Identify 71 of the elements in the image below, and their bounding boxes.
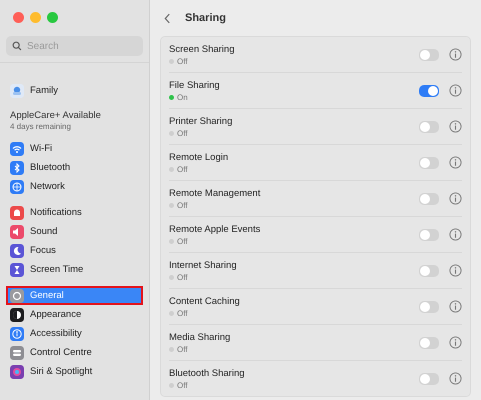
service-status: Off [177,56,188,66]
info-icon[interactable] [449,300,462,313]
page-title: Sharing [185,12,226,24]
back-chevron-icon[interactable] [164,12,171,24]
service-status: Off [177,380,188,390]
switches-icon [10,346,24,360]
toggle-switch[interactable] [419,120,439,132]
sidebar-item[interactable]: Control Centre [6,343,143,362]
sidebar-item[interactable]: Accessibility [6,324,143,343]
close-window-button[interactable] [13,12,24,23]
toggle-switch[interactable] [419,156,439,168]
sidebar-item[interactable]: Siri & Spotlight [6,362,143,381]
info-icon[interactable] [449,264,462,277]
service-name: Bluetooth Sharing [169,368,246,378]
service-name: Internet Sharing [169,260,238,270]
service-name: Content Caching [169,296,241,306]
service-status: Off [177,272,188,282]
info-icon[interactable] [449,156,462,169]
bluetooth-icon [10,160,24,174]
service-status: Off [177,344,188,354]
info-icon[interactable] [449,120,462,133]
info-icon[interactable] [449,84,462,97]
toggle-switch[interactable] [419,336,439,348]
moon-icon [10,244,24,258]
service-status: On [177,92,188,102]
sidebar-item[interactable]: Screen Time [6,260,143,279]
toggle-switch[interactable] [419,48,439,60]
sidebar-item[interactable]: Sound [6,222,143,241]
sidebar-item[interactable]: Wi-Fi [6,139,143,158]
service-name: Remote Management [169,188,262,198]
bell-icon [10,206,24,220]
sidebar-item[interactable]: Bluetooth [6,158,143,177]
service-status: Off [177,308,188,318]
status-dot [169,94,174,100]
sidebar-item[interactable]: General [6,286,143,305]
toggle-switch[interactable] [419,84,439,96]
toggle-switch[interactable] [419,372,439,384]
service-name: Remote Login [169,152,230,162]
sidebar-item[interactable]: Family [6,81,143,100]
globe-icon [10,180,24,194]
service-status: Off [177,200,188,210]
sidebar-item[interactable]: Network [6,177,143,196]
sidebar-item[interactable]: Focus [6,241,143,260]
service-status: Off [177,128,188,138]
info-icon[interactable] [449,336,462,349]
info-icon[interactable] [449,48,462,61]
service-name: Screen Sharing [169,44,236,54]
service-name: Remote Apple Events [169,224,262,234]
service-name: File Sharing [169,80,221,90]
info-icon[interactable] [449,372,462,385]
applecare-subtitle: 4 days remaining [10,122,72,131]
toggle-switch[interactable] [419,264,439,276]
sidebar-item[interactable]: Appearance [6,305,143,324]
service-name: Printer Sharing [169,116,234,126]
toggle-switch[interactable] [419,300,439,312]
info-icon[interactable] [449,192,462,205]
sidebar-item[interactable]: Notifications [6,203,143,222]
toggle-switch[interactable] [419,228,439,240]
contrast-circle-icon [10,308,24,322]
hourglass-icon [10,262,24,276]
search-field[interactable]: Search [6,36,143,56]
siri-icon [10,364,24,378]
wifi-icon [10,142,24,156]
applecare-title[interactable]: AppleCare+ Available [10,110,139,121]
service-status: Off [177,236,188,246]
family-icon [10,84,24,98]
info-icon[interactable] [449,228,462,241]
speaker-icon [10,224,24,238]
toggle-switch[interactable] [419,192,439,204]
service-status: Off [177,164,188,174]
service-name: Media Sharing [169,332,232,342]
